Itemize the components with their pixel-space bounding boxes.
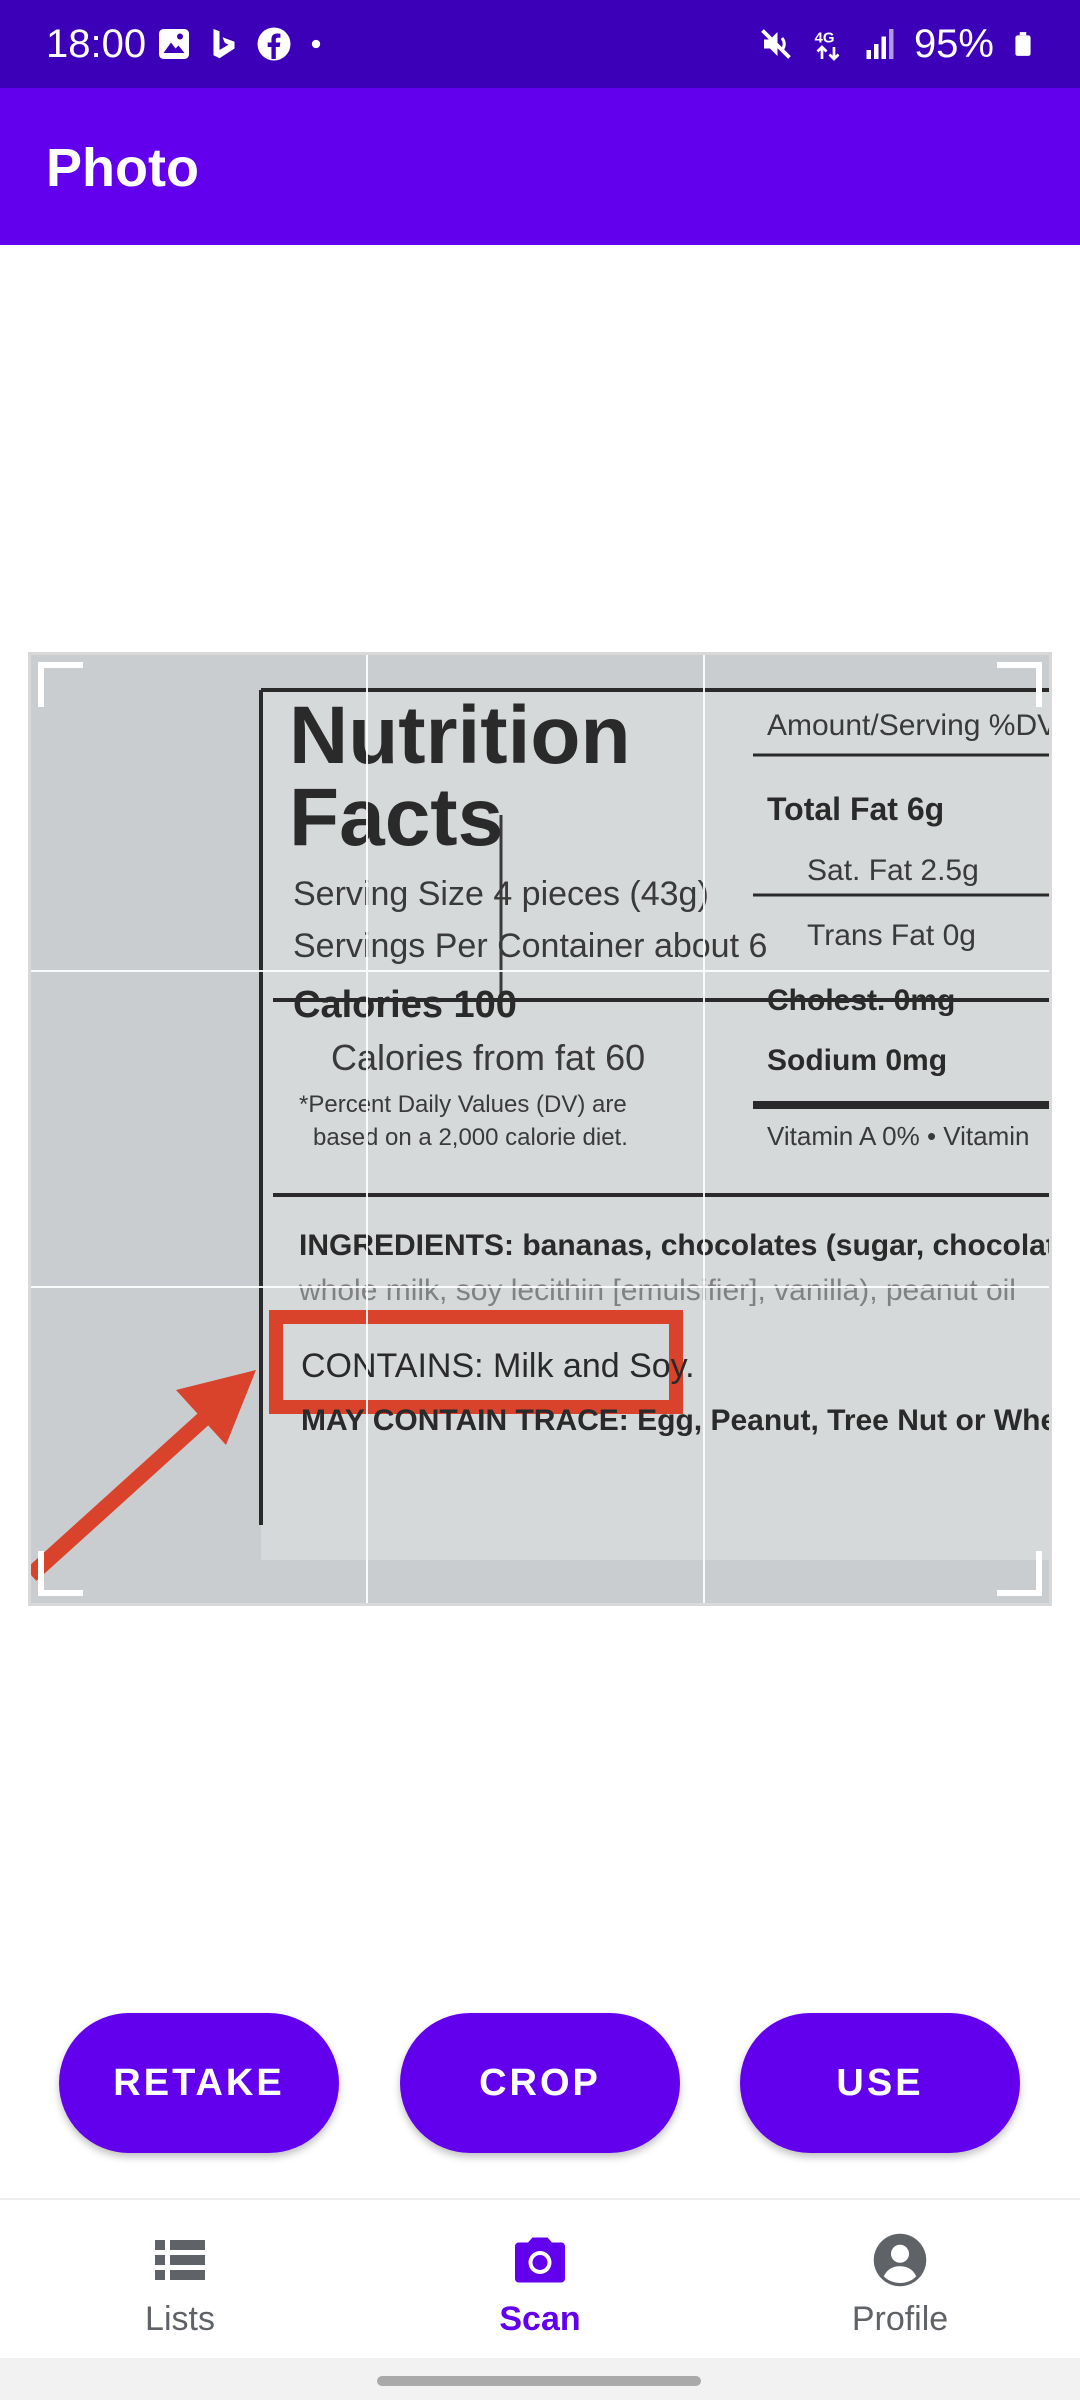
page-title: Photo <box>46 138 199 198</box>
nav-label-profile: Profile <box>851 2300 949 2338</box>
dv-note-1: *Percent Daily Values (DV) are <box>299 1091 627 1118</box>
ingredients-2: whole milk, soy lecithin [emulsifier], v… <box>298 1274 1016 1307</box>
bottom-nav: Lists Scan Profile <box>0 2198 1080 2360</box>
vitamins: Vitamin A 0% • Vitamin <box>767 1121 1030 1151</box>
nav-item-lists[interactable]: Lists <box>0 2200 360 2360</box>
servings-per-container: Servings Per Container about 6 <box>293 927 767 965</box>
bing-icon <box>213 29 235 59</box>
gesture-handle[interactable] <box>377 2376 701 2386</box>
calories-from-fat: Calories from fat 60 <box>331 1037 645 1078</box>
dot-icon <box>311 39 321 49</box>
sodium: Sodium 0mg <box>767 1044 947 1077</box>
photo-image: Nutrition Facts Serving Size 4 pieces (4… <box>31 655 1049 1603</box>
signal-icon <box>866 29 894 59</box>
trans-fat: Trans Fat 0g <box>807 919 976 952</box>
camera-icon <box>515 2237 565 2283</box>
label-title-2: Facts <box>289 772 503 863</box>
photo-preview[interactable]: Nutrition Facts Serving Size 4 pieces (4… <box>28 652 1052 1606</box>
facebook-icon <box>257 27 291 61</box>
dv-note-2: based on a 2,000 calorie diet. <box>313 1124 628 1151</box>
nav-label-scan: Scan <box>499 2300 581 2338</box>
gesture-bar <box>0 2358 1080 2400</box>
4g-icon: 4G <box>814 30 840 61</box>
nav-item-scan[interactable]: Scan <box>360 2200 720 2360</box>
amount-serving: Amount/Serving %DV <box>767 709 1049 742</box>
sat-fat: Sat. Fat 2.5g <box>807 854 979 887</box>
app-bar: Photo <box>0 88 1080 245</box>
ingredients: INGREDIENTS: bananas, chocolates (sugar,… <box>299 1229 1049 1262</box>
contains: CONTAINS: Milk and Soy. <box>301 1347 695 1385</box>
status-time: 18:00 <box>46 22 147 66</box>
mute-icon <box>761 29 791 59</box>
calories: Calories 100 <box>293 984 517 1026</box>
cholest: Cholest. 0mg <box>767 984 955 1017</box>
gallery-icon <box>159 29 189 59</box>
use-button[interactable]: USE <box>740 2013 1020 2153</box>
svg-text:4G: 4G <box>814 30 834 47</box>
total-fat: Total Fat 6g <box>767 791 944 827</box>
battery-percent: 95% <box>913 22 994 66</box>
nav-item-profile[interactable]: Profile <box>720 2200 1080 2360</box>
label-title-1: Nutrition <box>289 690 631 781</box>
serving-size: Serving Size 4 pieces (43g) <box>293 875 709 913</box>
status-bar: 18:00 4G 95% <box>0 0 1080 88</box>
crop-button[interactable]: CROP <box>400 2013 680 2153</box>
list-icon <box>155 2240 205 2280</box>
account-circle-icon <box>873 2233 927 2287</box>
nav-label-lists: Lists <box>145 2300 215 2338</box>
retake-button[interactable]: RETAKE <box>59 2013 339 2153</box>
may-contain: MAY CONTAIN TRACE: Egg, Peanut, Tree Nut… <box>301 1404 1049 1437</box>
battery-icon <box>1015 32 1031 56</box>
